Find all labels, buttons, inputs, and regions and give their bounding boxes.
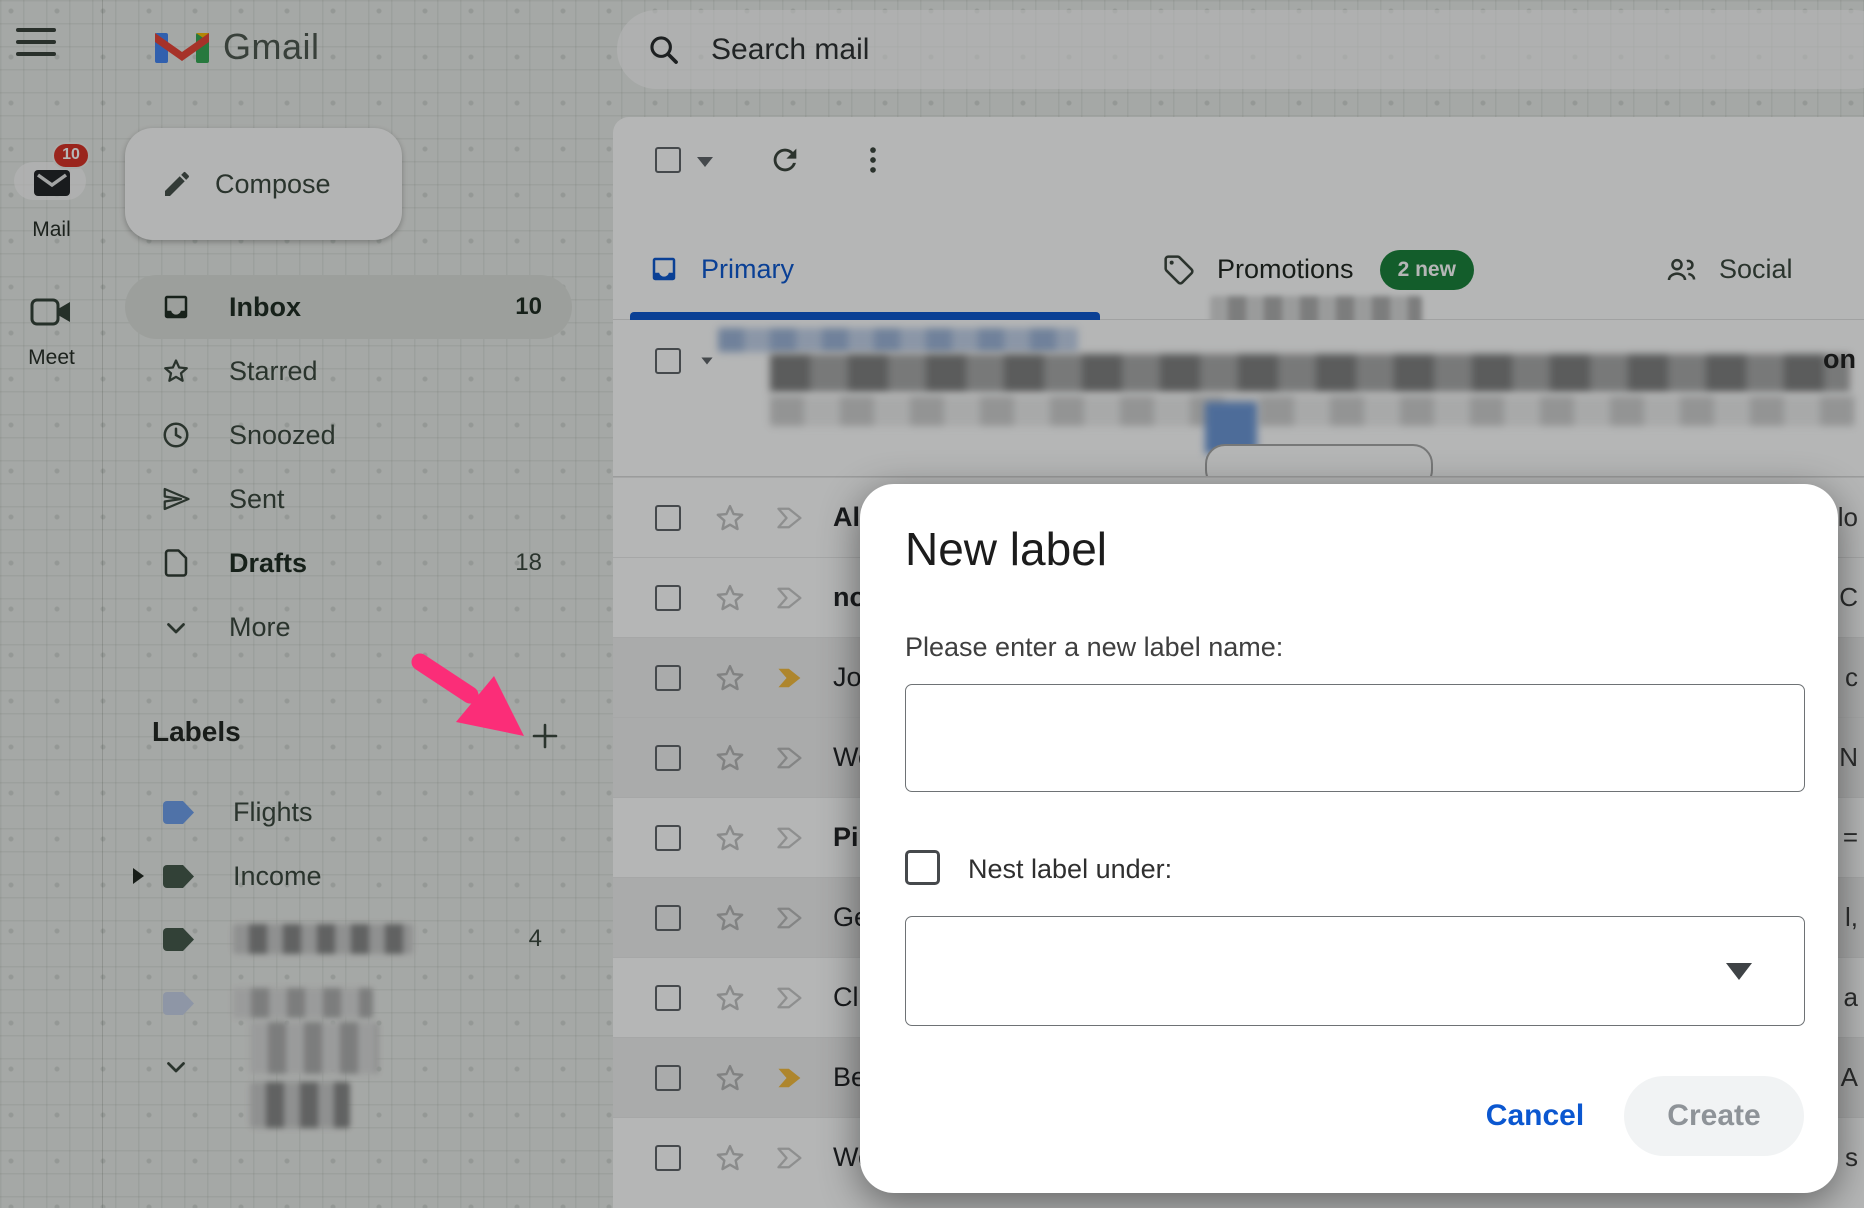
dialog-title: New label <box>905 522 1107 576</box>
dialog-prompt: Please enter a new label name: <box>905 632 1283 663</box>
nest-parent-select[interactable] <box>905 916 1805 1026</box>
nest-label-checkbox[interactable] <box>905 850 940 885</box>
annotation-arrow-icon <box>408 650 558 760</box>
nest-label-text: Nest label under: <box>968 854 1172 885</box>
new-label-name-input[interactable] <box>905 684 1805 792</box>
gmail-window: 10 Mail Meet <box>0 0 1864 1208</box>
new-label-dialog: New label Please enter a new label name:… <box>860 484 1838 1193</box>
create-button[interactable]: Create <box>1624 1076 1804 1156</box>
cancel-button[interactable]: Cancel <box>1460 1080 1610 1152</box>
select-caret-icon <box>1726 963 1752 980</box>
